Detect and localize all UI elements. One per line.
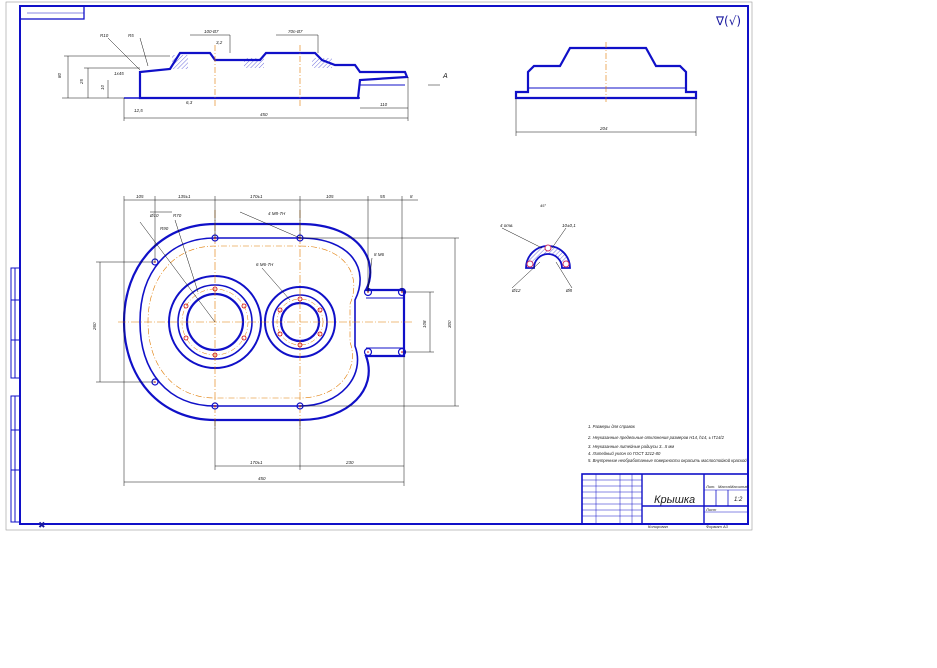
dim-bottom-center: 170±1 — [250, 460, 263, 465]
front-view: 450 110 80 25 10 100-B7 70n-B7 R10 R5 1x… — [57, 29, 448, 121]
technical-notes: 1. Размеры для справок 2. Неуказанные пр… — [587, 424, 747, 463]
label-hole-dia: Ø10 — [149, 213, 159, 218]
note-4: 4. Литейный уклон по ГОСТ 3212-80 — [588, 451, 661, 456]
dim-height-flange: 25 — [79, 78, 84, 85]
title-block: Крышка Лит. Масса Масштаб 1:2 Лист Копир… — [581, 473, 749, 529]
dim-top-seg-2: 135±1 — [178, 194, 191, 199]
title-block-mass: Масса — [718, 484, 731, 489]
dim-chamfer: 1x45 — [114, 71, 124, 76]
dim-radius-b: R5 — [128, 33, 134, 38]
dim-bottom-right: 230 — [345, 460, 354, 465]
dim-top-seg-4: 105 — [326, 194, 334, 199]
dim-top-seg-3: 170±1 — [250, 194, 263, 199]
label-holes-c: 8 M6 — [374, 252, 385, 257]
label-pitch-1: R90 — [160, 226, 169, 231]
title-block-sheet: Лист — [705, 507, 717, 512]
section-label-d: Ø8 — [565, 288, 573, 293]
note-1: 1. Размеры для справок — [588, 424, 636, 429]
dim-bore-2: 70n-B7 — [288, 29, 303, 34]
title-block-stage: Лит. — [705, 484, 715, 489]
roughness-symbol-icon: ∇(√) — [715, 14, 741, 28]
title-block-scale: 1:2 — [734, 497, 743, 503]
dim-radius-a: R10 — [100, 33, 109, 38]
side-view: 204 — [514, 42, 698, 136]
section-detail: 4 отв. 10±0,1 Ø12 Ø8 45° — [500, 203, 576, 293]
note-5: 5. Внутренние необработанные поверхности… — [588, 458, 747, 463]
dim-top-seg-5: 55 — [380, 194, 386, 199]
label-holes-a: 4 M8-7H — [268, 211, 286, 216]
corner-glyph: ✖ — [38, 521, 46, 531]
note-3: 3. Неуказанные литейные радиусы 3...5 мм — [588, 444, 674, 449]
dim-rough-3: 12,5 — [134, 108, 143, 113]
section-label-b: 10±0,1 — [562, 223, 576, 228]
view-label-a: A — [442, 73, 448, 80]
plan-view: 105 135±1 170±1 105 55 8 Ø10 R70 R90 4 M… — [92, 194, 459, 486]
dim-top-seg-1: 105 — [136, 194, 144, 199]
dim-rough-2: 3,2 — [216, 40, 223, 45]
section-hole-right — [562, 260, 570, 268]
section-label-c: Ø12 — [511, 288, 521, 293]
front-view-hatch-left — [172, 55, 188, 69]
title-block-copied: Копировал — [648, 524, 669, 529]
title-block-title: Крышка — [654, 494, 695, 506]
section-hole-left — [526, 260, 534, 268]
title-block-format: Формат А3 — [706, 524, 729, 529]
dim-bore-1: 100-B7 — [204, 29, 219, 34]
section-label-a: 4 отв. — [500, 223, 514, 228]
left-margin-strip — [10, 267, 21, 523]
dim-height-small: 10 — [100, 84, 105, 90]
title-block-scale-label: Масштаб — [730, 484, 749, 489]
label-pitch-2: R70 — [173, 213, 182, 218]
dim-right-height-1: 108 — [422, 320, 427, 328]
label-holes-b: 6 M6-7H — [256, 262, 274, 267]
section-hole-top — [544, 244, 552, 252]
front-view-hatch-right — [312, 58, 332, 68]
dim-overall-length: 450 — [260, 112, 268, 117]
drawing-sheet: ✖ ∇(√) 450 110 80 25 10 100-B7 70n-B7 R1… — [5, 1, 753, 531]
section-angle: 45° — [540, 203, 546, 208]
dim-rough-1: 6,3 — [186, 100, 193, 105]
dim-side-width: 204 — [599, 126, 608, 131]
dim-height-main: 80 — [57, 72, 62, 78]
dim-left-height: 260 — [92, 322, 97, 331]
front-view-hatch-mid — [244, 58, 264, 68]
dim-top-seg-6: 8 — [410, 194, 413, 199]
dim-overall-width: 450 — [258, 476, 266, 481]
note-2: 2. Неуказанные предельные отклонения раз… — [587, 435, 725, 440]
dim-right-height-2: 300 — [447, 320, 452, 328]
top-left-stamp — [19, 5, 85, 20]
dim-boss-length: 110 — [380, 102, 388, 107]
